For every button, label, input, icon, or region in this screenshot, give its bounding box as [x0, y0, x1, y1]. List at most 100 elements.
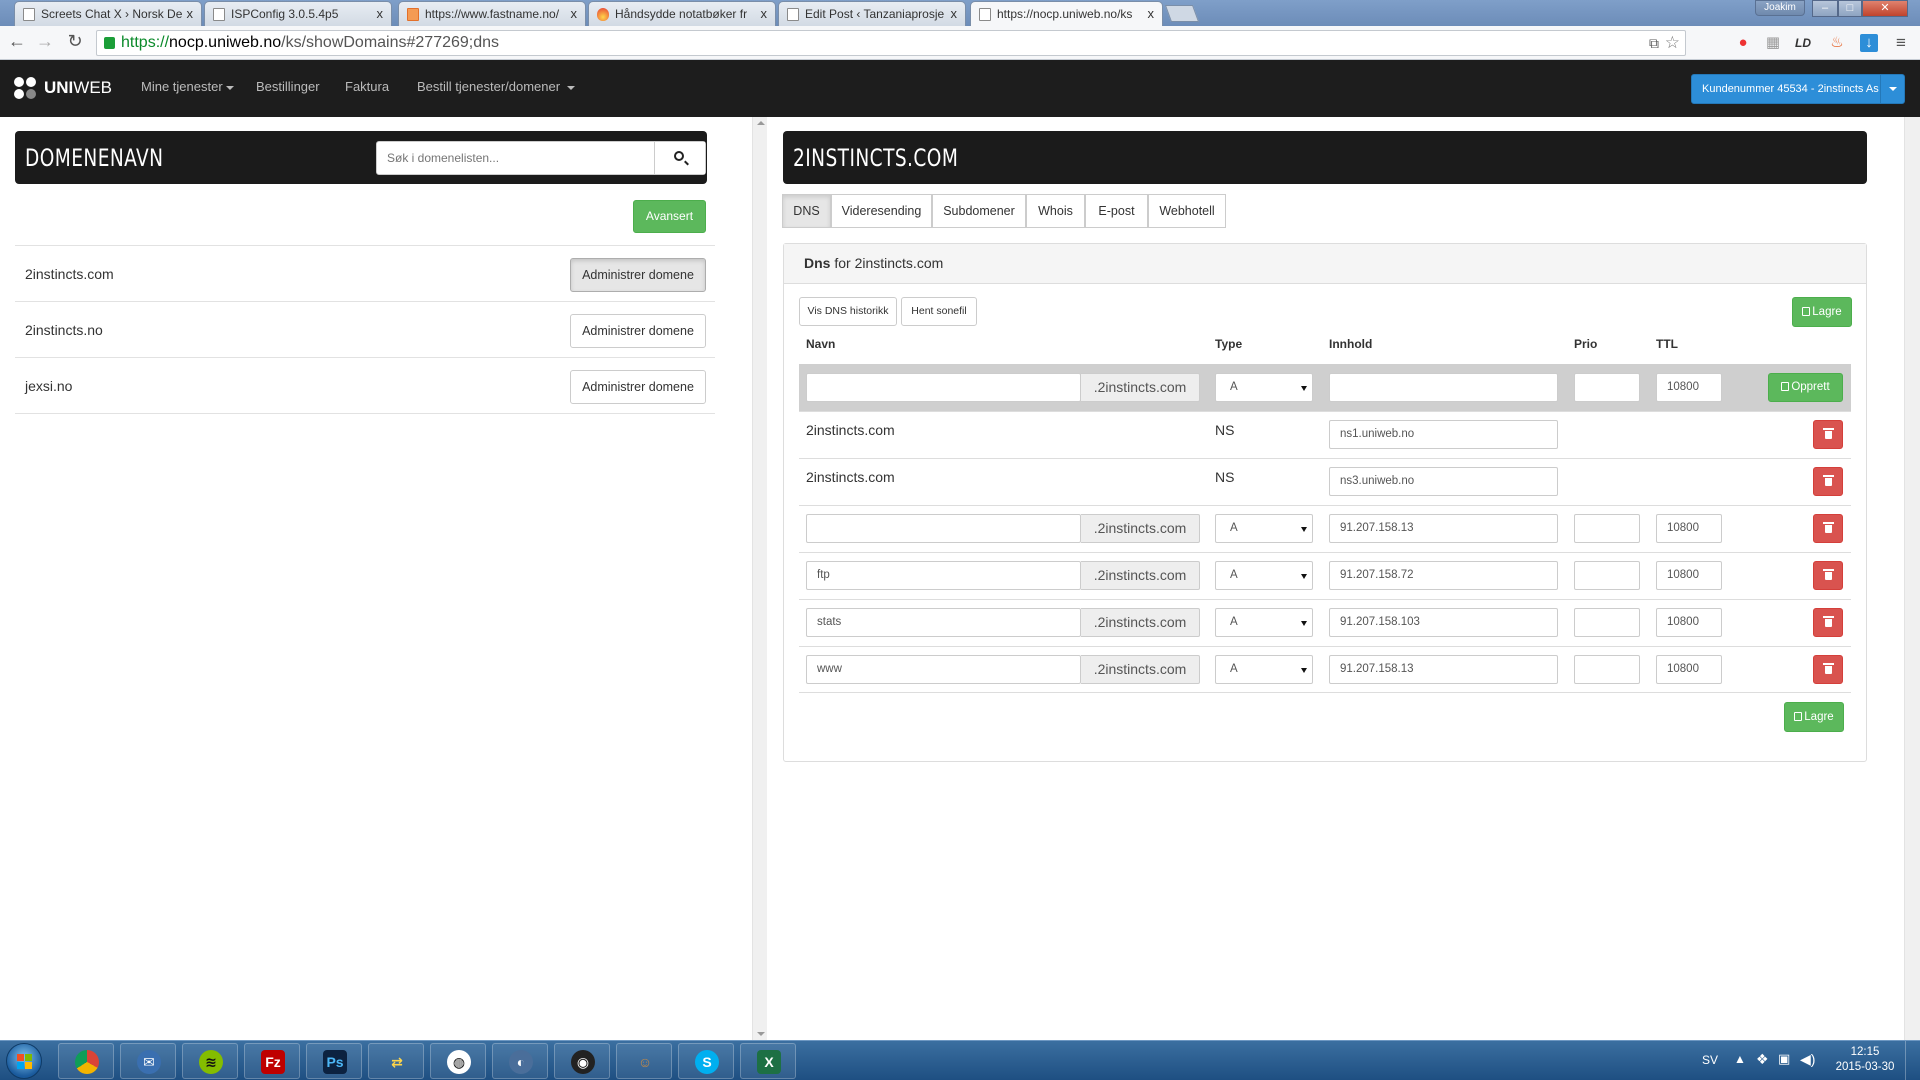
thunderbird-icon[interactable]: ✉: [120, 1043, 176, 1079]
teamspeak-icon[interactable]: ◐: [492, 1043, 548, 1079]
tab-videresending[interactable]: Videresending: [831, 194, 932, 228]
browser-tab[interactable]: Håndsydde notatbøker fr x: [588, 1, 776, 26]
tab-subdomener[interactable]: Subdomener: [932, 194, 1026, 228]
manage-domain-button[interactable]: Administrer domene: [570, 314, 706, 348]
browser-tab[interactable]: Screets Chat X › Norsk De x: [14, 1, 202, 26]
record-content-input[interactable]: 91.207.158.13: [1329, 514, 1558, 543]
record-name-input[interactable]: www: [806, 655, 1081, 684]
system-clock[interactable]: 12:15 2015-03-30: [1830, 1045, 1900, 1075]
dropbox-icon[interactable]: ❖: [1756, 1051, 1769, 1068]
chrome-icon[interactable]: [58, 1043, 114, 1079]
filezilla-icon[interactable]: Fz: [244, 1043, 300, 1079]
record-content-input[interactable]: 91.207.158.13: [1329, 655, 1558, 684]
record-type-select[interactable]: A: [1215, 514, 1313, 543]
close-icon[interactable]: x: [951, 6, 958, 21]
domain-search-input[interactable]: [377, 142, 654, 174]
reload-icon[interactable]: ↻: [64, 31, 86, 52]
bear-app-icon[interactable]: ☺: [616, 1043, 672, 1079]
close-icon[interactable]: x: [1148, 6, 1155, 21]
address-bar[interactable]: https://nocp.uniweb.no/ks/showDomains#27…: [96, 30, 1686, 56]
tab-whois[interactable]: Whois: [1026, 194, 1085, 228]
record-prio-input[interactable]: [1574, 608, 1640, 637]
close-icon[interactable]: x: [377, 6, 384, 21]
network-icon[interactable]: ▣: [1778, 1051, 1790, 1067]
save-button-bottom[interactable]: Lagre: [1784, 702, 1844, 732]
menu-icon[interactable]: ≡: [1892, 34, 1910, 52]
maximize-button[interactable]: □: [1838, 0, 1862, 17]
extension-icon[interactable]: ▦: [1764, 34, 1782, 52]
nav-mine-tjenester[interactable]: Mine tjenester: [141, 79, 234, 94]
delete-record-button[interactable]: [1813, 655, 1843, 684]
ld-extension-icon[interactable]: LD: [1794, 34, 1812, 52]
browser-tab[interactable]: ISPConfig 3.0.5.4p5 x: [204, 1, 392, 26]
record-ttl-input[interactable]: 10800: [1656, 561, 1722, 590]
record-type-select[interactable]: A: [1215, 608, 1313, 637]
record-type-select[interactable]: A: [1215, 561, 1313, 590]
language-indicator[interactable]: SV: [1702, 1053, 1718, 1067]
record-name-input[interactable]: [806, 373, 1081, 402]
delete-record-button[interactable]: [1813, 467, 1843, 496]
delete-record-button[interactable]: [1813, 561, 1843, 590]
download-icon[interactable]: ↓: [1860, 34, 1878, 52]
browser-tab[interactable]: https://www.fastname.no/ x: [398, 1, 586, 26]
back-arrow-icon[interactable]: ←: [6, 31, 28, 52]
scroll-down-icon[interactable]: [757, 1032, 765, 1036]
nav-bestillinger[interactable]: Bestillinger: [256, 79, 320, 94]
spotify-icon[interactable]: ≋: [182, 1043, 238, 1079]
fire-extension-icon[interactable]: ♨: [1828, 34, 1846, 52]
window-close-button[interactable]: ✕: [1862, 0, 1908, 17]
record-ttl-input[interactable]: 10800: [1656, 655, 1722, 684]
domain-name[interactable]: 2instincts.no: [25, 322, 103, 338]
record-content-input[interactable]: 91.207.158.72: [1329, 561, 1558, 590]
domain-name[interactable]: jexsi.no: [25, 378, 72, 394]
lastpass-icon[interactable]: ●: [1734, 34, 1752, 52]
forward-arrow-icon[interactable]: →: [34, 31, 56, 52]
new-tab-button[interactable]: [1164, 5, 1200, 22]
delete-record-button[interactable]: [1813, 608, 1843, 637]
create-record-button[interactable]: Opprett: [1768, 373, 1843, 402]
photoshop-icon[interactable]: Ps: [306, 1043, 362, 1079]
delete-record-button[interactable]: [1813, 420, 1843, 449]
manage-domain-button[interactable]: Administrer domene: [570, 258, 706, 292]
record-name-input[interactable]: ftp: [806, 561, 1081, 590]
close-icon[interactable]: x: [571, 6, 578, 21]
record-content-input[interactable]: ns1.uniweb.no: [1329, 420, 1558, 449]
record-prio-input[interactable]: [1574, 373, 1640, 402]
minimize-button[interactable]: –: [1812, 0, 1838, 17]
tab-webhotell[interactable]: Webhotell: [1148, 194, 1226, 228]
nav-faktura[interactable]: Faktura: [345, 79, 389, 94]
record-name-input[interactable]: stats: [806, 608, 1081, 637]
manage-domain-button[interactable]: Administrer domene: [570, 370, 706, 404]
bookmark-star-icon[interactable]: ☆: [1665, 31, 1680, 55]
nav-bestill-tjenester[interactable]: Bestill tjenester/domener: [417, 79, 575, 94]
browser-tab-active[interactable]: https://nocp.uniweb.no/ks x: [970, 1, 1163, 26]
delete-record-button[interactable]: [1813, 514, 1843, 543]
record-ttl-input[interactable]: 10800: [1656, 608, 1722, 637]
search-button[interactable]: [654, 142, 705, 174]
left-scrollbar[interactable]: [752, 117, 767, 1040]
advanced-button[interactable]: Avansert: [633, 200, 706, 233]
domain-name[interactable]: 2instincts.com: [25, 266, 114, 282]
uniweb-logo[interactable]: UNIWEB: [14, 76, 112, 100]
translate-icon[interactable]: ⧉: [1649, 31, 1659, 55]
record-content-input[interactable]: 91.207.158.103: [1329, 608, 1558, 637]
record-content-input[interactable]: ns3.uniweb.no: [1329, 467, 1558, 496]
dns-history-button[interactable]: Vis DNS historikk: [799, 297, 897, 326]
zonefile-button[interactable]: Hent sonefil: [901, 297, 977, 326]
right-scrollbar[interactable]: [1904, 117, 1920, 1040]
record-type-select[interactable]: A: [1215, 655, 1313, 684]
record-prio-input[interactable]: [1574, 655, 1640, 684]
tab-epost[interactable]: E-post: [1085, 194, 1148, 228]
browser-tab[interactable]: Edit Post ‹ Tanzaniaprosje x: [778, 1, 966, 26]
close-icon[interactable]: x: [761, 6, 768, 21]
excel-icon[interactable]: X: [740, 1043, 796, 1079]
app-icon[interactable]: ◍: [430, 1043, 486, 1079]
record-ttl-input[interactable]: 10800: [1656, 514, 1722, 543]
customer-account-button[interactable]: Kundenummer 45534 - 2instincts As: [1691, 74, 1905, 104]
windows-start-icon[interactable]: [6, 1043, 42, 1079]
record-prio-input[interactable]: [1574, 561, 1640, 590]
save-button-top[interactable]: Lagre: [1792, 297, 1852, 327]
volume-icon[interactable]: ◀): [1800, 1051, 1815, 1068]
close-icon[interactable]: x: [187, 6, 194, 21]
browser-user-badge[interactable]: Joakim: [1755, 0, 1805, 16]
